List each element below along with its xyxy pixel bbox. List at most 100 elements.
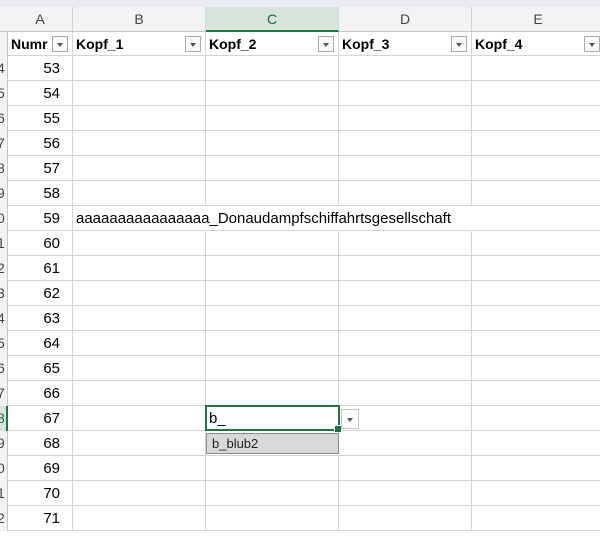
grid-cell[interactable]	[206, 281, 339, 306]
grid-cell[interactable]	[339, 156, 472, 181]
row-header[interactable]: 0	[0, 456, 8, 481]
number-cell[interactable]: 57	[8, 156, 73, 181]
grid-cell[interactable]	[339, 381, 472, 406]
cell-editor-input[interactable]	[209, 408, 334, 428]
grid-cell[interactable]	[472, 356, 600, 381]
row-header[interactable]: 0	[0, 206, 8, 231]
row-header[interactable]: 1	[0, 231, 8, 256]
column-header-b[interactable]: B	[73, 7, 206, 31]
row-header[interactable]: 9	[0, 181, 8, 206]
number-cell[interactable]: 69	[8, 456, 73, 481]
number-cell[interactable]: 67	[8, 406, 73, 431]
grid-cell[interactable]	[472, 456, 600, 481]
grid-cell[interactable]	[206, 231, 339, 256]
grid-cell[interactable]	[73, 81, 206, 106]
grid-cell[interactable]	[472, 381, 600, 406]
grid-cell[interactable]	[206, 156, 339, 181]
grid-cell[interactable]	[206, 356, 339, 381]
grid-cell[interactable]	[472, 306, 600, 331]
grid-cell[interactable]	[339, 231, 472, 256]
grid-cell[interactable]	[73, 306, 206, 331]
grid-cell[interactable]	[339, 256, 472, 281]
number-cell[interactable]: 70	[8, 481, 73, 506]
grid-cell[interactable]	[73, 231, 206, 256]
grid-cell[interactable]	[73, 406, 206, 431]
grid-cell[interactable]	[472, 106, 600, 131]
grid-cell[interactable]	[339, 131, 472, 156]
grid-cell[interactable]	[206, 306, 339, 331]
number-cell[interactable]: 61	[8, 256, 73, 281]
table-header-cell[interactable]: Kopf_3	[339, 32, 472, 56]
column-header-e[interactable]: E	[472, 7, 600, 31]
row-header[interactable]: 5	[0, 81, 8, 106]
grid-cell[interactable]	[73, 481, 206, 506]
number-cell[interactable]: 62	[8, 281, 73, 306]
cell-editor[interactable]	[205, 405, 340, 431]
grid-cell[interactable]	[206, 106, 339, 131]
grid-cell[interactable]	[73, 506, 206, 531]
row-header[interactable]: 9	[0, 431, 8, 456]
grid-cell[interactable]	[206, 256, 339, 281]
row-header[interactable]: 4	[0, 56, 8, 81]
filter-dropdown-icon[interactable]	[451, 36, 467, 52]
number-cell[interactable]: 63	[8, 306, 73, 331]
number-cell[interactable]: 60	[8, 231, 73, 256]
grid-cell[interactable]	[472, 156, 600, 181]
grid-cell[interactable]	[73, 356, 206, 381]
column-header-a[interactable]: A	[8, 7, 73, 31]
grid-cell[interactable]	[472, 56, 600, 81]
grid-cell[interactable]	[339, 81, 472, 106]
column-header-c[interactable]: C	[206, 7, 339, 32]
grid-cell[interactable]	[73, 156, 206, 181]
grid-cell[interactable]	[73, 56, 206, 81]
grid-cell[interactable]	[339, 281, 472, 306]
row-header[interactable]: 2	[0, 506, 8, 531]
row-header[interactable]: 1	[0, 481, 8, 506]
table-header-cell[interactable]: Numr	[8, 32, 73, 56]
grid-cell[interactable]	[472, 406, 600, 431]
grid-cell[interactable]	[339, 106, 472, 131]
grid-cell[interactable]	[339, 56, 472, 81]
number-cell[interactable]: 56	[8, 131, 73, 156]
grid-cell[interactable]	[339, 306, 472, 331]
grid-cell[interactable]	[73, 456, 206, 481]
row-header[interactable]: 5	[0, 331, 8, 356]
column-header-d[interactable]: D	[339, 7, 472, 31]
grid-cell[interactable]	[472, 256, 600, 281]
table-header-cell[interactable]: Kopf_2	[206, 32, 339, 56]
row-header[interactable]: 7	[0, 131, 8, 156]
grid-cell[interactable]	[73, 331, 206, 356]
number-cell[interactable]: 55	[8, 106, 73, 131]
autocomplete-suggestion[interactable]: b_blub2	[206, 433, 339, 454]
grid-cell[interactable]	[73, 381, 206, 406]
grid-cell[interactable]	[339, 331, 472, 356]
grid-cell[interactable]	[472, 81, 600, 106]
grid-cell[interactable]	[339, 481, 472, 506]
grid-cell[interactable]	[472, 206, 600, 231]
filter-dropdown-icon[interactable]	[185, 36, 201, 52]
grid-cell[interactable]	[206, 381, 339, 406]
grid-cell[interactable]	[339, 181, 472, 206]
grid-cell[interactable]	[73, 431, 206, 456]
grid-cell[interactable]	[472, 281, 600, 306]
grid-cell[interactable]	[206, 331, 339, 356]
filter-dropdown-icon[interactable]	[52, 36, 68, 52]
grid-cell[interactable]	[73, 131, 206, 156]
filter-dropdown-icon[interactable]	[584, 36, 600, 52]
grid-cell[interactable]	[206, 506, 339, 531]
row-header[interactable]: 4	[0, 306, 8, 331]
row-header[interactable]: 8	[0, 156, 8, 181]
number-cell[interactable]: 54	[8, 81, 73, 106]
grid-cell[interactable]	[73, 181, 206, 206]
grid-cell[interactable]	[472, 431, 600, 456]
number-cell[interactable]: 71	[8, 506, 73, 531]
row-header[interactable]: 3	[0, 281, 8, 306]
row-header[interactable]: 6	[0, 106, 8, 131]
row-header[interactable]: 2	[0, 256, 8, 281]
table-header-cell[interactable]: Kopf_1	[73, 32, 206, 56]
grid-cell[interactable]	[73, 256, 206, 281]
grid-cell[interactable]	[472, 506, 600, 531]
number-cell[interactable]: 68	[8, 431, 73, 456]
number-cell[interactable]: 59	[8, 206, 73, 231]
grid-cell[interactable]	[339, 431, 472, 456]
